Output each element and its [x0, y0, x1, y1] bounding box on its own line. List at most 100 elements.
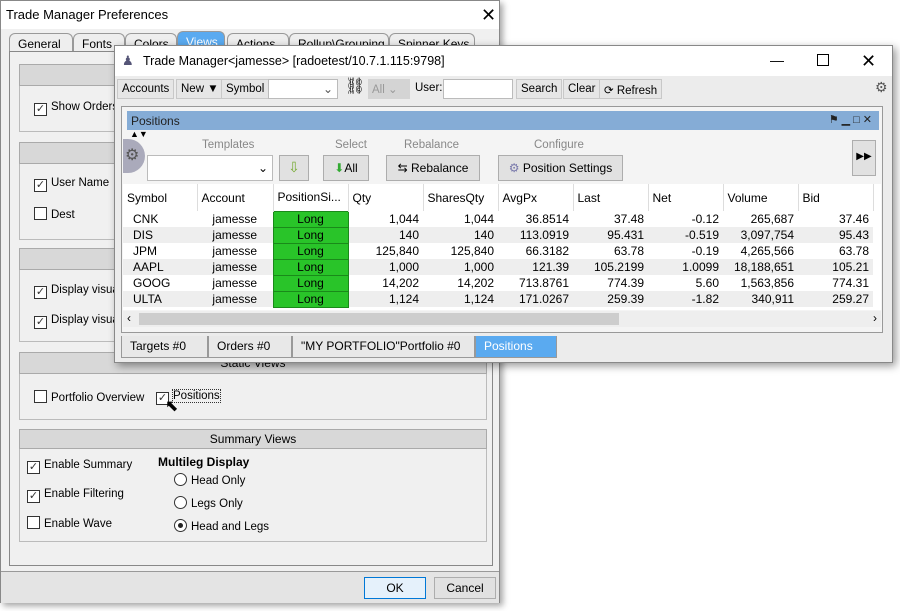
all-combo[interactable]: All ⌄ [368, 79, 410, 99]
table-row[interactable]: CNK jamesse Long 1,044 1,044 36.8514 37.48 -0.1… [123, 210, 873, 228]
table-row[interactable]: AAPL jamesse Long 1,000 1,000 121.39 105.2199 1… [123, 258, 873, 276]
column-header[interactable]: SharesQty [423, 184, 499, 211]
show-orders-checkbox[interactable]: ✓ Show Orders [34, 101, 118, 116]
new-menu-button[interactable]: New ▼ [176, 79, 224, 99]
table-cell: 1,563,856 [740, 276, 794, 290]
table-cell: 713.8761 [518, 276, 569, 290]
table-cell: 1,044 [463, 212, 494, 226]
refresh-button[interactable]: ⟳ Refresh [599, 79, 663, 99]
table-cell: 113.0919 [498, 227, 573, 243]
user-input[interactable] [443, 79, 513, 99]
symbol-button[interactable]: Symbol [221, 79, 270, 99]
templates-combo[interactable]: ⌄ [147, 155, 273, 181]
tab-general[interactable]: General [9, 33, 73, 51]
table-row[interactable]: JPM jamesse Long 125,840 125,840 66.3182 63.78… [123, 242, 873, 260]
chevron-down-icon: ⌄ [323, 82, 334, 96]
column-header[interactable]: Net [648, 184, 724, 211]
display-visual-checkbox-2[interactable]: ✓ Display visual [34, 314, 121, 329]
cancel-button[interactable]: Cancel [434, 577, 496, 599]
accounts-button[interactable]: Accounts [117, 79, 175, 99]
column-header[interactable]: PositionSi... [273, 184, 349, 211]
table-cell: ULTA [123, 291, 197, 307]
rebalance-button[interactable]: ⇆ Rebalance [386, 155, 480, 181]
head-and-legs-radio[interactable]: Head and Legs [174, 519, 269, 533]
table-cell: 37.46 [838, 212, 869, 226]
enable-wave-checkbox[interactable]: Enable Wave [27, 516, 112, 530]
column-header[interactable]: Qty [348, 184, 424, 211]
link-icon[interactable]: ⛓ [345, 76, 365, 96]
table-cell: jamesse [197, 227, 273, 243]
load-template-button[interactable]: ⇩ [279, 155, 309, 181]
table-cell: jamesse [197, 259, 273, 275]
table-cell: Long [272, 210, 349, 228]
app-icon: ♟ [122, 53, 134, 68]
column-header[interactable]: AvgPx [498, 184, 574, 211]
minimize-icon[interactable]: — [770, 52, 784, 68]
panel-window-controls-icon[interactable]: ⚑▁□✕ [829, 113, 875, 126]
column-header[interactable]: Symbol [123, 184, 198, 211]
sort-arrows-icon[interactable]: ▲▼ [130, 129, 148, 139]
display-visual-checkbox-1[interactable]: ✓ Display visual [34, 284, 121, 299]
table-row[interactable]: DIS jamesse Long 140 140 113.0919 95.431 -0.519… [123, 226, 873, 244]
table-cell: 66.3182 [525, 244, 569, 258]
ok-button[interactable]: OK [364, 577, 426, 599]
table-cell: DIS [123, 227, 197, 243]
legs-only-radio[interactable]: Legs Only [174, 496, 243, 510]
refresh-icon: ⟳ [604, 85, 614, 97]
table-cell: 36.8514 [525, 212, 569, 226]
table-cell: GOOG [133, 276, 171, 290]
positions-panel: Positions ⚑▁□✕ ▲▼ ⚙ Templates Select Reb… [121, 106, 883, 333]
table-cell: 140 [348, 227, 423, 243]
scroll-right-icon[interactable]: › [873, 311, 877, 325]
select-all-button[interactable]: ⬇All [323, 155, 369, 181]
enable-summary-checkbox[interactable]: ✓ Enable Summary [27, 459, 132, 474]
table-row[interactable]: GOOG jamesse Long 14,202 14,202 713.8761 774.3… [123, 274, 873, 292]
tab-positions[interactable]: Positions [475, 336, 557, 358]
table-cell: 774.39 [607, 276, 644, 290]
position-settings-button[interactable]: ⚙ Position Settings [498, 155, 623, 181]
caret-down-icon: ▼ [207, 83, 219, 95]
scroll-left-icon[interactable]: ‹ [127, 311, 131, 325]
gear-icon[interactable]: ⚙ [123, 139, 145, 173]
table-cell: 125,840 [450, 244, 494, 258]
horizontal-scrollbar[interactable]: ‹ › [123, 311, 881, 327]
table-cell: 125,840 [375, 244, 419, 258]
close-icon[interactable]: ✕ [481, 6, 496, 24]
table-cell: 14,202 [382, 276, 419, 290]
table-cell: 121.39 [498, 259, 573, 275]
trade-manager-window: Trade Manager<jamesse> [radoetest/10.7.1… [114, 45, 893, 363]
settings-gear-icon[interactable]: ⚙ [875, 79, 888, 96]
portfolio-overview-checkbox[interactable]: Portfolio Overview [34, 390, 144, 404]
head-only-radio[interactable]: Head Only [174, 473, 245, 487]
column-header[interactable]: Account [197, 184, 274, 211]
search-button[interactable]: Search [516, 79, 563, 99]
tab-orders[interactable]: Orders #0 [208, 336, 292, 358]
dest-checkbox[interactable]: Dest [34, 207, 75, 221]
table-cell: 259.27 [798, 291, 873, 307]
table-row[interactable]: ULTA jamesse Long 1,124 1,124 171.0267 259.39-… [123, 290, 873, 308]
table-cell: jamesse [212, 244, 258, 258]
symbol-combo[interactable]: ⌄ [268, 79, 338, 99]
table-cell: 105.2199 [573, 259, 648, 275]
table-cell: 340,911 [723, 291, 798, 307]
multileg-display-label: Multileg Display [158, 455, 250, 469]
enable-filtering-checkbox[interactable]: ✓ Enable Filtering [27, 488, 124, 503]
column-header[interactable]: Bid [798, 184, 874, 211]
chevron-down-icon: ⌄ [258, 161, 269, 175]
table-cell: 140 [423, 227, 498, 243]
settings-icon: ⚙ [508, 161, 523, 175]
tab-targets[interactable]: Targets #0 [121, 336, 208, 358]
user-name-checkbox[interactable]: ✓ User Name [34, 177, 109, 192]
table-cell: 265,687 [750, 212, 794, 226]
maximize-icon[interactable] [817, 54, 829, 66]
expand-toolbar-button[interactable]: ▶▶ [852, 140, 876, 176]
tab-portfolio[interactable]: "MY PORTFOLIO"Portfolio #0 [292, 336, 475, 358]
scrollbar-thumb[interactable] [139, 313, 619, 325]
close-icon[interactable]: ✕ [861, 52, 876, 70]
column-header[interactable]: Last [573, 184, 649, 211]
mouse-cursor-icon: ⬉ [165, 398, 179, 415]
table-cell: -1.82 [648, 291, 723, 307]
table-cell: Long [272, 226, 349, 244]
column-header[interactable]: Volume [723, 184, 799, 211]
clear-button[interactable]: Clear [563, 79, 601, 99]
